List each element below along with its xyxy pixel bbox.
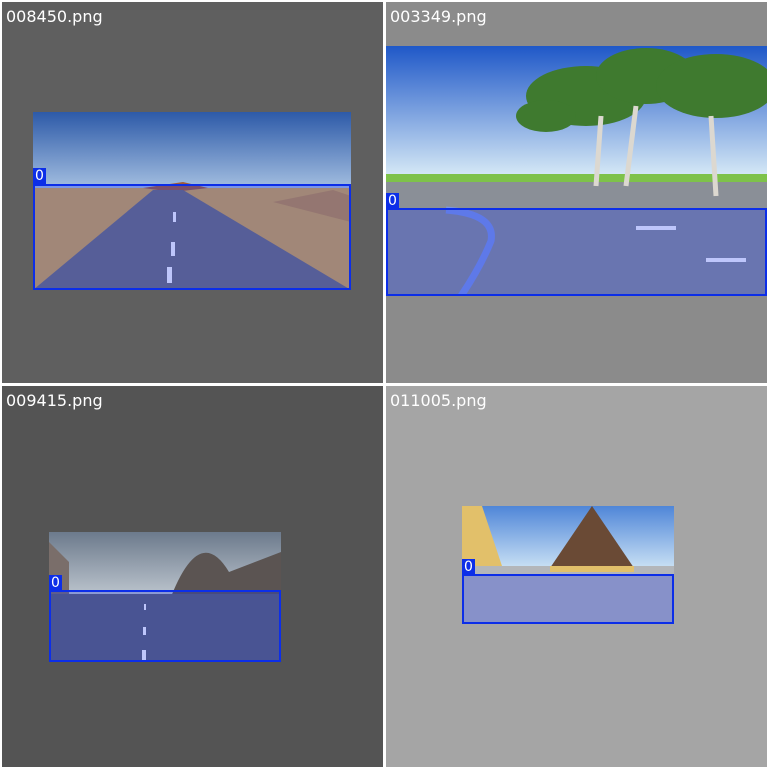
detection-box <box>49 590 281 662</box>
detection-class-label: 0 <box>33 168 46 184</box>
detection-class-label: 0 <box>49 575 62 591</box>
tile-filename-label: 011005.png <box>390 391 487 410</box>
detection-box <box>386 208 767 296</box>
detection-box <box>33 184 351 290</box>
image-tile-3: 009415.png 0 <box>2 386 383 767</box>
tile-filename-label: 009415.png <box>6 391 103 410</box>
image-tile-4: 011005.png 0 <box>386 386 767 767</box>
tile-filename-label: 003349.png <box>390 7 487 26</box>
detection-class-label: 0 <box>462 559 475 575</box>
image-tile-1: 008450.png 0 <box>2 2 383 383</box>
detection-box <box>462 574 674 624</box>
tile-filename-label: 008450.png <box>6 7 103 26</box>
image-tile-2: 003349.png 0 <box>386 2 767 383</box>
detection-class-label: 0 <box>386 193 399 209</box>
